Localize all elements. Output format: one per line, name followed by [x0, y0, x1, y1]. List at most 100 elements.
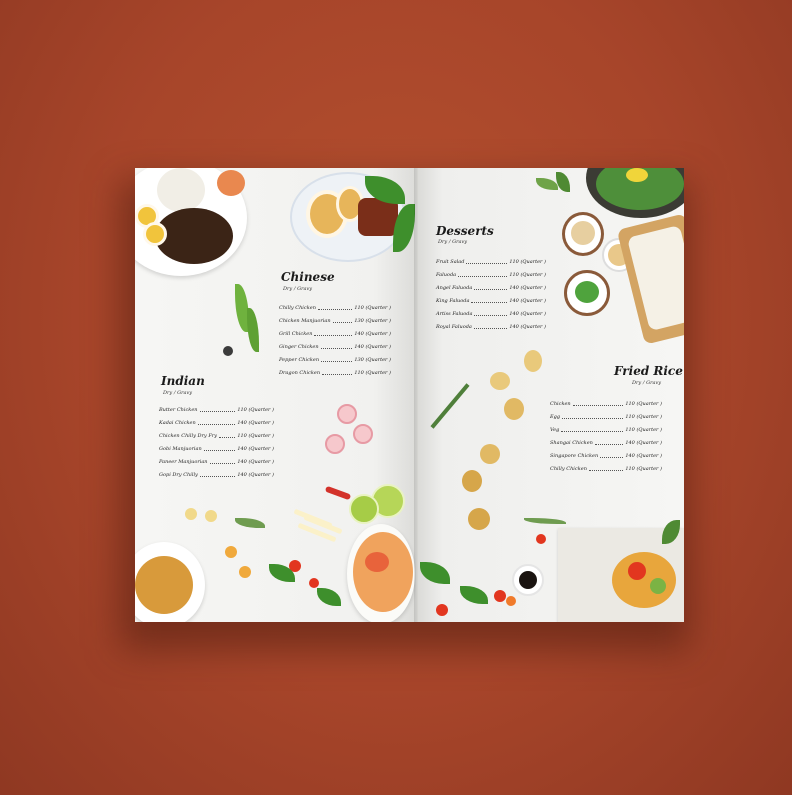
potato-image — [239, 566, 251, 578]
menu-item-name: Chilly Chicken — [279, 305, 316, 311]
menu-item-leader — [209, 462, 236, 464]
onion-slice-image — [337, 404, 357, 424]
menu-item-price: 110 (Quarter ) — [354, 370, 391, 376]
menu-item-name: Ginger Chicken — [279, 344, 319, 350]
potato-image — [462, 470, 482, 492]
menu-item: Artiss Faluoda 140 (Quarter ) — [436, 304, 546, 317]
menu-item-price: 140 (Quarter ) — [237, 420, 274, 426]
potato-image — [504, 398, 524, 420]
tomato-image — [536, 534, 546, 544]
menu-right-page: Desserts Dry / Gravy Fruit Salad 110 (Qua… — [416, 168, 684, 622]
tomato-image — [494, 590, 506, 602]
menu-item-leader — [322, 373, 353, 375]
menu-item-name: Royal Faluoda — [436, 324, 472, 330]
menu-item-name: Angel Faluoda — [436, 285, 473, 291]
menu-item-price: 140 (Quarter ) — [354, 331, 391, 337]
menu-item: Kadai Chicken 140 (Quarter ) — [159, 413, 274, 426]
onion-slice-image — [353, 424, 373, 444]
menu-item-price: 110 (Quarter ) — [625, 401, 662, 407]
menu-item-leader — [203, 449, 236, 451]
menu-item: Shangai Chicken 140 (Quarter ) — [550, 433, 662, 446]
leaf-image — [317, 588, 341, 606]
pepper-image — [223, 346, 233, 356]
menu-item: Singapore Chicken 140 (Quarter ) — [550, 446, 662, 459]
leaf-image — [420, 562, 450, 584]
soy-sauce-bowl-image — [512, 564, 544, 596]
menu-item-name: Kadai Chicken — [159, 420, 196, 426]
menu-item: Royal Faluoda 140 (Quarter ) — [436, 317, 546, 330]
menu-item-price: 140 (Quarter ) — [509, 324, 546, 330]
menu-item-price: 140 (Quarter ) — [509, 285, 546, 291]
potato-image — [225, 546, 237, 558]
tomato-image — [309, 578, 319, 588]
potato-image — [205, 510, 217, 522]
menu-item: King Faluoda 140 (Quarter ) — [436, 291, 546, 304]
fried-rice-menu-list: Chicken 110 (Quarter ) Egg 110 (Quarter ) Ve… — [550, 394, 662, 472]
menu-item-leader — [458, 275, 508, 277]
menu-item: Egg 110 (Quarter ) — [550, 407, 662, 420]
basil-image — [556, 172, 570, 192]
tomato-image — [506, 596, 516, 606]
desserts-subtitle: Dry / Gravy — [438, 239, 468, 245]
menu-item-name: Butter Chicken — [159, 407, 198, 413]
menu-item-name: Artiss Faluoda — [436, 311, 473, 317]
mint-bowl-image — [564, 270, 610, 316]
menu-item-name: Dragon Chicken — [279, 370, 321, 376]
menu-item-leader — [562, 417, 624, 419]
menu-item: Chicken Manjuorian 130 (Quarter ) — [279, 311, 391, 324]
menu-item-leader — [321, 360, 353, 362]
menu-item: Veg 110 (Quarter ) — [550, 420, 662, 433]
menu-item: Chilly Chicken 110 (Quarter ) — [550, 459, 662, 472]
potato-image — [524, 350, 542, 372]
menu-item-price: 140 (Quarter ) — [237, 472, 274, 478]
menu-item-leader — [600, 456, 624, 458]
menu-item-name: Chicken Chilly Dry Fry — [159, 433, 217, 439]
tomato-image — [436, 604, 448, 616]
peanut-bowl-image — [562, 212, 604, 256]
indian-title: Indian — [161, 374, 205, 388]
shrimp-soup-image — [347, 524, 415, 622]
spring-onion-image — [247, 308, 259, 352]
menu-item-leader — [561, 430, 624, 432]
menu-item: Pepper Chicken 130 (Quarter ) — [279, 350, 391, 363]
desserts-title: Desserts — [436, 224, 494, 238]
potato-image — [480, 444, 500, 464]
menu-item-leader — [197, 423, 236, 425]
menu-item: Chilly Chicken 110 (Quarter ) — [279, 298, 391, 311]
onion-slice-image — [325, 434, 345, 454]
menu-item-name: Grill Chicken — [279, 331, 313, 337]
menu-item: Gobi Manjuorian 140 (Quarter ) — [159, 439, 274, 452]
menu-item-price: 140 (Quarter ) — [625, 453, 662, 459]
menu-item-leader — [332, 321, 353, 323]
menu-item-price: 140 (Quarter ) — [509, 311, 546, 317]
menu-item-price: 110 (Quarter ) — [237, 433, 274, 439]
menu-item-price: 140 (Quarter ) — [509, 298, 546, 304]
indian-subtitle: Dry / Gravy — [163, 390, 193, 396]
potato-image — [468, 508, 490, 530]
menu-item: Faluoda 110 (Quarter ) — [436, 265, 546, 278]
basil-image — [536, 178, 558, 190]
menu-item-price: 110 (Quarter ) — [625, 466, 662, 472]
menu-left-page: Chinese Dry / Gravy Chilly Chicken 110 (Q… — [135, 168, 416, 622]
rosemary-image — [430, 383, 470, 429]
menu-item-leader — [572, 404, 624, 406]
potato-sticks-image — [293, 506, 343, 543]
menu-item-leader — [588, 469, 624, 471]
menu-item-price: 110 (Quarter ) — [509, 272, 546, 278]
menu-item-price: 110 (Quarter ) — [625, 414, 662, 420]
menu-item-name: Fruit Salad — [436, 259, 465, 265]
menu-item-name: Veg — [550, 427, 560, 433]
menu-item-leader — [317, 308, 353, 310]
menu-item-leader — [473, 327, 508, 329]
chili-image — [324, 485, 352, 501]
menu-item-name: Chilly Chicken — [550, 466, 587, 472]
menu-item-price: 140 (Quarter ) — [625, 440, 662, 446]
menu-item-leader — [199, 410, 236, 412]
menu-item-price: 110 (Quarter ) — [354, 305, 391, 311]
potato-image — [185, 508, 197, 520]
leaf-image — [460, 586, 488, 604]
chickpea-plate-image — [135, 542, 205, 622]
menu-item-name: King Faluoda — [436, 298, 470, 304]
menu-item-leader — [314, 334, 353, 336]
indian-menu-list: Butter Chicken 110 (Quarter ) Kadai Chicke… — [159, 400, 274, 478]
